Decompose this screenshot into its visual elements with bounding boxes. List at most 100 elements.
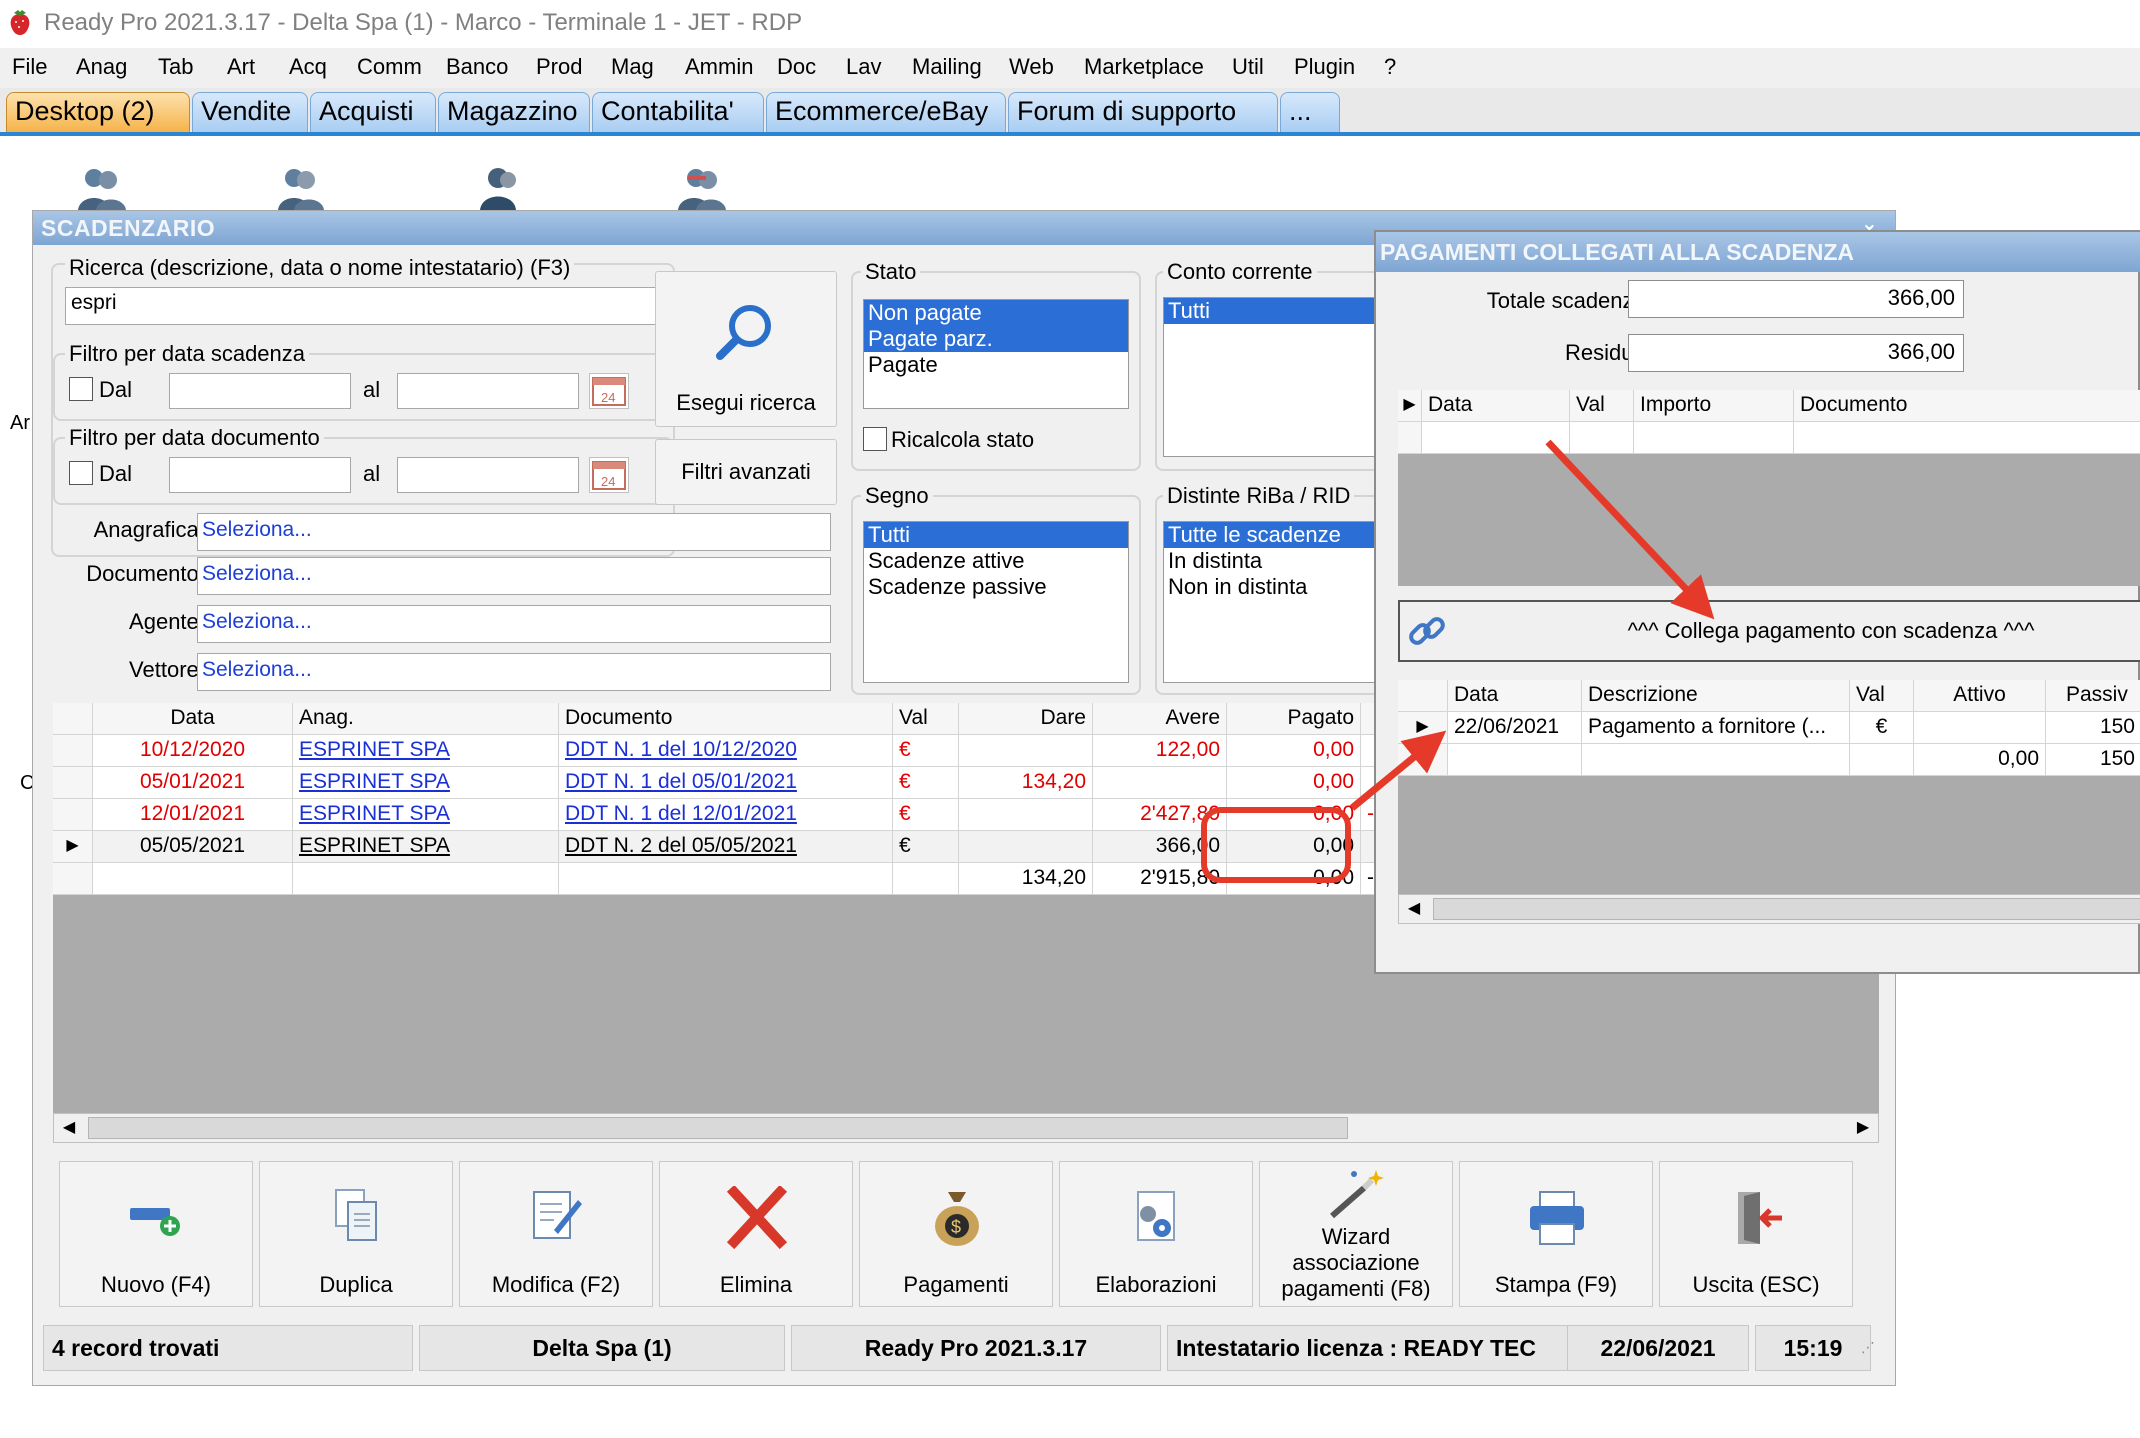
vettore-select[interactable]: Seleziona... — [197, 653, 831, 691]
table-row[interactable]: 05/01/2021 ESPRINET SPA DDT N. 1 del 05/… — [53, 767, 1403, 799]
col-data[interactable]: Data — [93, 703, 293, 735]
table-row[interactable] — [1398, 422, 2140, 454]
resize-grip-icon[interactable]: ⋰ — [1861, 1339, 1875, 1356]
menu-plugin[interactable]: Plugin — [1294, 54, 1355, 80]
documento-select[interactable]: Seleziona... — [197, 557, 831, 595]
tab-forum[interactable]: Forum di supporto — [1008, 92, 1278, 132]
menu-mag[interactable]: Mag — [611, 54, 654, 80]
col-val[interactable]: Val — [1850, 680, 1914, 712]
cell-documento-link[interactable]: DDT N. 2 del 05/05/2021 — [559, 831, 893, 863]
col-data[interactable]: Data — [1422, 390, 1570, 422]
table-row[interactable]: ▶ 22/06/2021 Pagamento a fornitore (... … — [1398, 712, 2140, 744]
cell-anag-link[interactable]: ESPRINET SPA — [293, 831, 559, 863]
agente-select[interactable]: Seleziona... — [197, 605, 831, 643]
scroll-thumb[interactable] — [1433, 898, 2140, 920]
anagrafica-select[interactable]: Seleziona... — [197, 513, 831, 551]
cell-anag-link[interactable]: ESPRINET SPA — [293, 767, 559, 799]
segno-item[interactable]: Scadenze attive — [864, 548, 1128, 574]
collega-button[interactable]: ^^^ Collega pagamento con scadenza ^^^ — [1398, 600, 2140, 662]
doc-date-from-field[interactable] — [169, 457, 351, 493]
menu-comm[interactable]: Comm — [357, 54, 422, 80]
doc-date-to-field[interactable] — [397, 457, 579, 493]
menu-web[interactable]: Web — [1009, 54, 1054, 80]
users-icon[interactable] — [74, 162, 128, 210]
row-selector[interactable] — [53, 767, 93, 799]
col-attivo[interactable]: Attivo — [1914, 680, 2046, 712]
segno-listbox[interactable]: Tutti Scadenze attive Scadenze passive — [863, 521, 1129, 683]
tab-vendite[interactable]: Vendite — [192, 92, 308, 132]
row-pointer-icon[interactable]: ▶ — [1398, 712, 1448, 744]
col-passivo[interactable]: Passiv — [2046, 680, 2140, 712]
menu-lav[interactable]: Lav — [846, 54, 881, 80]
menu-tab[interactable]: Tab — [158, 54, 193, 80]
scroll-left-icon[interactable]: ◀ — [54, 1114, 84, 1142]
segno-item[interactable]: Tutti — [864, 522, 1128, 548]
menu-art[interactable]: Art — [227, 54, 255, 80]
distinte-item[interactable]: Tutte le scadenze — [1164, 522, 1402, 548]
scroll-thumb[interactable] — [88, 1117, 1348, 1139]
menu-marketplace[interactable]: Marketplace — [1084, 54, 1204, 80]
totale-field[interactable]: 366,00 — [1628, 280, 1964, 318]
row-pointer-icon[interactable]: ▶ — [1398, 390, 1422, 422]
menu-prod[interactable]: Prod — [536, 54, 582, 80]
stato-listbox[interactable]: Non pagate Pagate parz. Pagate — [863, 299, 1129, 409]
col-val[interactable]: Val — [893, 703, 959, 735]
panel-horizontal-scrollbar[interactable]: ◀ — [1398, 894, 2140, 924]
col-importo[interactable]: Importo — [1634, 390, 1794, 422]
menu-help[interactable]: ? — [1384, 54, 1396, 80]
scroll-right-icon[interactable]: ▶ — [1848, 1114, 1878, 1142]
col-descrizione[interactable]: Descrizione — [1582, 680, 1850, 712]
col-val[interactable]: Val — [1570, 390, 1634, 422]
wizard-button[interactable]: Wizard associazione pagamenti (F8) — [1259, 1161, 1453, 1307]
col-documento[interactable]: Documento — [559, 703, 893, 735]
distinte-item[interactable]: In distinta — [1164, 548, 1402, 574]
tab-more[interactable]: ... — [1280, 92, 1340, 132]
stato-item[interactable]: Non pagate — [864, 300, 1128, 326]
tab-ecommerce[interactable]: Ecommerce/eBay — [766, 92, 1006, 132]
dal-checkbox[interactable] — [69, 377, 93, 401]
elimina-button[interactable]: Elimina — [659, 1161, 853, 1307]
tab-magazzino[interactable]: Magazzino — [438, 92, 590, 132]
row-selector[interactable] — [53, 799, 93, 831]
col-avere[interactable]: Avere — [1093, 703, 1227, 735]
table-row[interactable]: 12/01/2021 ESPRINET SPA DDT N. 1 del 12/… — [53, 799, 1403, 831]
ricalcola-checkbox[interactable] — [863, 427, 887, 451]
pagamenti-button[interactable]: $ Pagamenti — [859, 1161, 1053, 1307]
table-row-selected[interactable]: ▶ 05/05/2021 ESPRINET SPA DDT N. 2 del 0… — [53, 831, 1403, 863]
row-selector[interactable] — [53, 735, 93, 767]
row-selector[interactable] — [1398, 422, 1422, 454]
scroll-left-icon[interactable]: ◀ — [1399, 895, 1429, 923]
date-from-field[interactable] — [169, 373, 351, 409]
date-to-field[interactable] — [397, 373, 579, 409]
nuovo-button[interactable]: Nuovo (F4) — [59, 1161, 253, 1307]
menu-anag[interactable]: Anag — [76, 54, 127, 80]
cell-anag-link[interactable]: ESPRINET SPA — [293, 735, 559, 767]
advanced-filters-button[interactable]: Filtri avanzati — [655, 439, 837, 505]
conto-item[interactable]: Tutti — [1164, 298, 1402, 324]
col-documento[interactable]: Documento — [1794, 390, 2140, 422]
menu-banco[interactable]: Banco — [446, 54, 508, 80]
pagamenti-header[interactable]: PAGAMENTI COLLEGATI ALLA SCADENZA — [1376, 232, 2140, 272]
uscita-button[interactable]: Uscita (ESC) — [1659, 1161, 1853, 1307]
residuo-field[interactable]: 366,00 — [1628, 334, 1964, 372]
menu-util[interactable]: Util — [1232, 54, 1264, 80]
menu-mailing[interactable]: Mailing — [912, 54, 982, 80]
table-row[interactable]: 10/12/2020 ESPRINET SPA DDT N. 1 del 10/… — [53, 735, 1403, 767]
menu-file[interactable]: File — [12, 54, 47, 80]
tab-contabilita[interactable]: Contabilita' — [592, 92, 764, 132]
menu-ammin[interactable]: Ammin — [685, 54, 753, 80]
tab-desktop[interactable]: Desktop (2) — [6, 92, 190, 132]
col-data[interactable]: Data — [1448, 680, 1582, 712]
user-icon[interactable] — [474, 162, 528, 210]
stampa-button[interactable]: Stampa (F9) — [1459, 1161, 1653, 1307]
col-pagato[interactable]: Pagato — [1227, 703, 1361, 735]
search-input[interactable]: espri — [65, 287, 661, 325]
stato-item[interactable]: Pagate — [864, 352, 1128, 378]
modifica-button[interactable]: Modifica (F2) — [459, 1161, 653, 1307]
col-dare[interactable]: Dare — [959, 703, 1093, 735]
agents-icon[interactable] — [674, 162, 728, 210]
elaborazioni-button[interactable]: Elaborazioni — [1059, 1161, 1253, 1307]
menu-doc[interactable]: Doc — [777, 54, 816, 80]
cell-anag-link[interactable]: ESPRINET SPA — [293, 799, 559, 831]
dal-checkbox-doc[interactable] — [69, 461, 93, 485]
